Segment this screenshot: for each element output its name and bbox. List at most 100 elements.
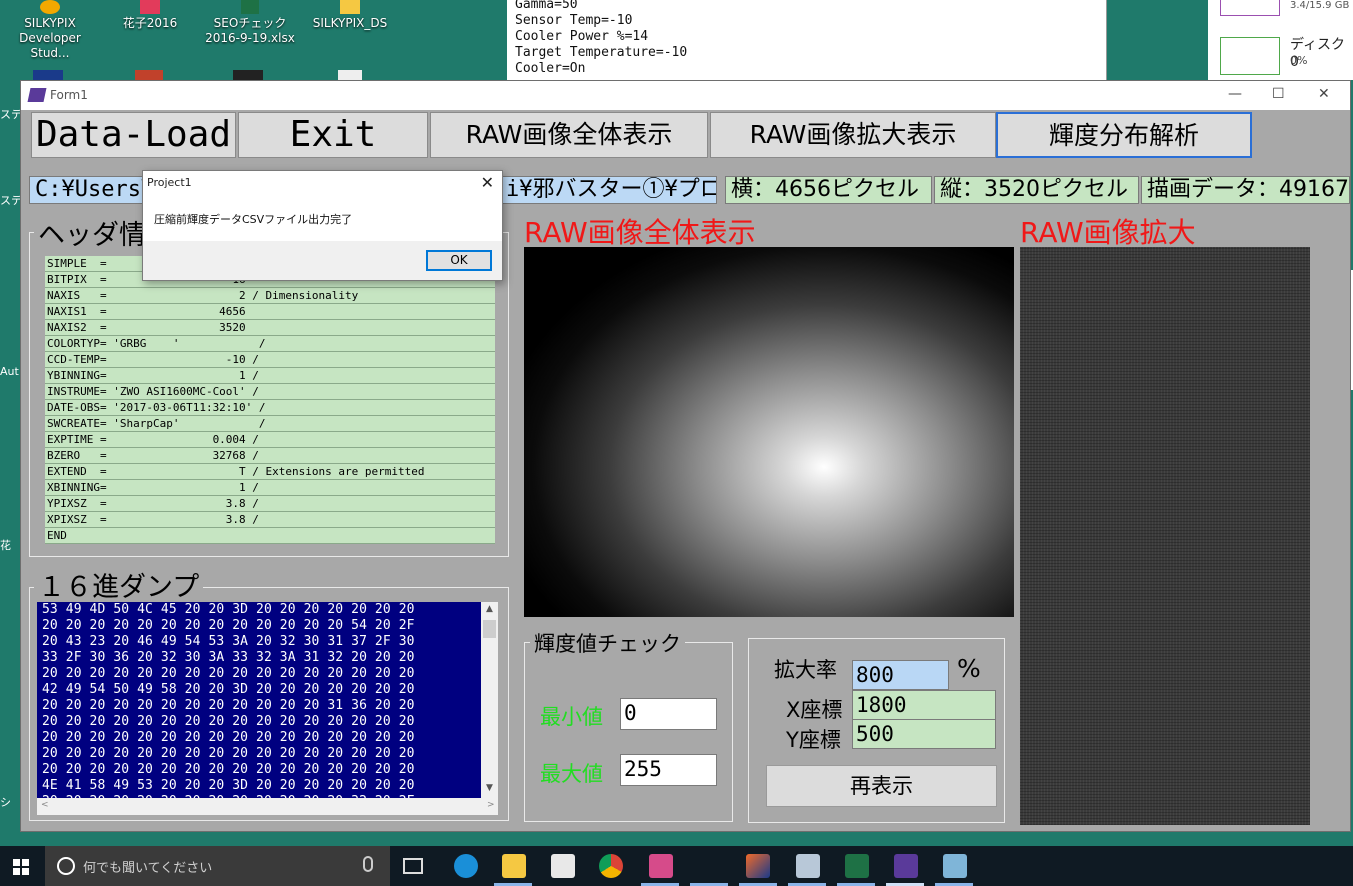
hex-dump-title: １６進ダンプ bbox=[34, 565, 204, 604]
desktop-icon-silkypix[interactable]: SILKYPIX Developer Stud... bbox=[0, 0, 100, 61]
header-info-title: ヘッダ情 bbox=[34, 213, 150, 252]
search-placeholder: 何でも聞いてください bbox=[83, 861, 213, 876]
task-view-icon[interactable] bbox=[403, 858, 423, 874]
cortana-search-box[interactable]: 何でも聞いてください bbox=[45, 846, 390, 886]
header-row[interactable]: BZERO = 32768 / bbox=[45, 448, 495, 464]
raw-full-display-button[interactable]: RAW画像全体表示 bbox=[430, 112, 708, 158]
chrome-icon[interactable] bbox=[599, 854, 623, 878]
desktop-edge-label: Aut bbox=[0, 365, 19, 378]
hanako-taskbar-icon[interactable] bbox=[649, 854, 673, 878]
hex-horizontal-scrollbar[interactable]: < > bbox=[37, 798, 498, 815]
dialog-ok-button[interactable]: OK bbox=[426, 250, 492, 271]
raw-zoom-image[interactable] bbox=[1020, 247, 1310, 825]
store-icon[interactable] bbox=[551, 854, 575, 878]
exit-button[interactable]: Exit bbox=[238, 112, 428, 158]
desktop-icon-label: 花子2016 bbox=[122, 16, 178, 30]
header-row[interactable]: NAXIS = 2 / Dimensionality bbox=[45, 288, 495, 304]
desktop-icon-label: SILKYPIX Developer Stud... bbox=[19, 16, 81, 60]
maximize-icon[interactable]: ☐ bbox=[1272, 86, 1285, 102]
header-row[interactable]: CCD-TEMP= -10 / bbox=[45, 352, 495, 368]
header-row[interactable]: EXTEND = T / Extensions are permitted bbox=[45, 464, 495, 480]
raw-full-image[interactable] bbox=[524, 247, 1014, 617]
raw-zoom-display-button[interactable]: RAW画像拡大表示 bbox=[710, 112, 996, 158]
raw-full-title: RAW画像全体表示 bbox=[524, 216, 756, 249]
hex-line: 20 20 20 20 20 20 20 20 20 20 20 20 20 2… bbox=[42, 714, 415, 729]
desktop-icon-label: SEOチェック 2016-9-19.xlsx bbox=[205, 16, 295, 45]
max-value-label: 最大値 bbox=[540, 762, 603, 786]
form-titlebar[interactable]: Form1 — ☐ ✕ bbox=[21, 81, 1350, 110]
header-row[interactable]: DATE-OBS= '2017-03-06T11:32:10' / bbox=[45, 400, 495, 416]
background-task-manager[interactable]: 3.4/15.9 GB ディスク 0 0% bbox=[1208, 0, 1353, 80]
luminance-analysis-button[interactable]: 輝度分布解析 bbox=[996, 112, 1252, 158]
dialog-title: Project1 bbox=[143, 171, 502, 197]
min-value-label: 最小値 bbox=[540, 705, 603, 729]
image-width-box: 横：4656ピクセル bbox=[725, 176, 932, 204]
windows-start-icon[interactable] bbox=[13, 859, 29, 875]
y-coord-label: Y座標 bbox=[786, 728, 841, 752]
desktop-edge-label: 花 bbox=[0, 539, 11, 552]
desktop-edge-label: ステ bbox=[0, 194, 22, 207]
header-list[interactable]: SIMPLE =BITPIX = 16NAXIS = 2 / Dimension… bbox=[45, 256, 495, 544]
microphone-icon[interactable] bbox=[363, 856, 373, 872]
hex-line: 20 20 20 20 20 20 20 20 20 20 20 20 20 2… bbox=[42, 746, 415, 761]
disk-top-label: 3.4/15.9 GB bbox=[1290, 0, 1350, 11]
header-row[interactable]: SWCREATE= 'SharpCap' / bbox=[45, 416, 495, 432]
disk-graph bbox=[1220, 37, 1280, 75]
file-explorer-icon[interactable] bbox=[502, 854, 526, 878]
header-row[interactable]: NAXIS2 = 3520 bbox=[45, 320, 495, 336]
x-coord-input[interactable]: 1800 bbox=[852, 690, 996, 720]
image-app-icon[interactable] bbox=[746, 854, 770, 878]
excel-file-icon bbox=[241, 0, 259, 14]
network-app-icon[interactable] bbox=[796, 854, 820, 878]
disk-graph-top bbox=[1220, 0, 1280, 16]
x-coord-label: X座標 bbox=[786, 698, 843, 722]
header-row[interactable]: INSTRUME= 'ZWO ASI1600MC-Cool' / bbox=[45, 384, 495, 400]
y-coord-input[interactable]: 500 bbox=[852, 719, 996, 749]
eraser-app-icon[interactable] bbox=[943, 854, 967, 878]
scroll-down-icon[interactable]: ▼ bbox=[481, 783, 498, 793]
cortana-icon bbox=[57, 857, 75, 875]
header-row[interactable]: EXPTIME = 0.004 / bbox=[45, 432, 495, 448]
data-load-button[interactable]: Data-Load bbox=[31, 112, 236, 158]
desktop-icon-hanako[interactable]: 花子2016 bbox=[100, 0, 200, 31]
dialog-body: 圧縮前輝度データCSVファイル出力完了 bbox=[143, 197, 502, 241]
min-value-input[interactable]: 0 bbox=[620, 698, 717, 730]
header-row[interactable]: YBINNING= 1 / bbox=[45, 368, 495, 384]
max-value-input[interactable]: 255 bbox=[620, 754, 717, 786]
header-row[interactable]: NAXIS1 = 4656 bbox=[45, 304, 495, 320]
header-row[interactable]: COLORTYP= 'GRBG ' / bbox=[45, 336, 495, 352]
redisplay-button[interactable]: 再表示 bbox=[766, 765, 997, 807]
message-dialog[interactable]: Project1 ✕ 圧縮前輝度データCSVファイル出力完了 OK bbox=[142, 170, 503, 281]
background-text-window[interactable]: Gamma=50 Sensor Temp=-10 Cooler Power %=… bbox=[507, 0, 1107, 80]
hex-line: 53 49 4D 50 4C 45 20 20 3D 20 20 20 20 2… bbox=[42, 602, 415, 617]
zoom-rate-input[interactable]: 800 bbox=[852, 660, 949, 690]
header-row[interactable]: XBINNING= 1 / bbox=[45, 480, 495, 496]
header-row[interactable]: END bbox=[45, 528, 495, 544]
desktop-icon-seo-xlsx[interactable]: SEOチェック 2016-9-19.xlsx bbox=[200, 0, 300, 46]
scroll-left-icon[interactable]: < bbox=[41, 800, 49, 810]
dialog-close-icon[interactable]: ✕ bbox=[481, 173, 494, 192]
hex-line: 33 2F 30 36 20 32 30 3A 33 32 3A 31 32 2… bbox=[42, 650, 415, 665]
file-path-head: C:¥Users¥ bbox=[35, 177, 155, 202]
hex-line: 20 20 20 20 20 20 20 20 20 20 20 20 31 3… bbox=[42, 698, 415, 713]
hex-dump-textbox[interactable]: 53 49 4D 50 4C 45 20 20 3D 20 20 20 20 2… bbox=[37, 602, 498, 798]
taskbar: 何でも聞いてください bbox=[0, 846, 1353, 886]
luminance-check-title: 輝度値チェック bbox=[530, 628, 685, 658]
luminance-check-group bbox=[524, 642, 733, 822]
excel-taskbar-icon[interactable] bbox=[845, 854, 869, 878]
desktop-edge-label: ステ bbox=[0, 108, 22, 121]
hex-dump-lines: 53 49 4D 50 4C 45 20 20 3D 20 20 20 20 2… bbox=[37, 602, 481, 798]
close-icon[interactable]: ✕ bbox=[1318, 86, 1330, 102]
file-path-tail: i¥邪バスター①¥プロ bbox=[506, 177, 717, 202]
desktop-icon-silkypix-ds[interactable]: SILKYPIX_DS bbox=[300, 0, 400, 31]
form-app-taskbar-icon[interactable] bbox=[894, 854, 918, 878]
header-row[interactable]: XPIXSZ = 3.8 / bbox=[45, 512, 495, 528]
scroll-right-icon[interactable]: > bbox=[487, 800, 495, 810]
scroll-up-icon[interactable]: ▲ bbox=[481, 604, 498, 614]
scroll-thumb[interactable] bbox=[483, 620, 496, 638]
edge-browser-icon[interactable] bbox=[454, 854, 478, 878]
header-row[interactable]: YPIXSZ = 3.8 / bbox=[45, 496, 495, 512]
hex-vertical-scrollbar[interactable]: ▲ ▼ bbox=[481, 602, 498, 798]
background-window-text: Gamma=50 Sensor Temp=-10 Cooler Power %=… bbox=[515, 0, 688, 76]
minimize-icon[interactable]: — bbox=[1228, 86, 1242, 102]
